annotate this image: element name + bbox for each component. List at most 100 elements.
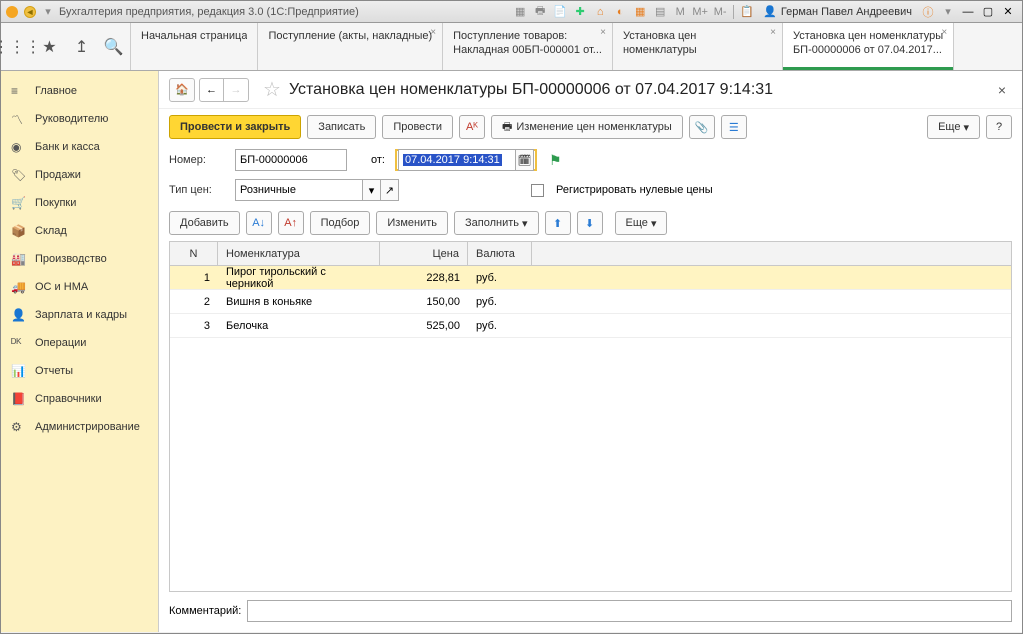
comment-input[interactable]: [247, 600, 1012, 622]
apps-icon[interactable]: ⋮⋮⋮: [6, 36, 28, 58]
tag-icon: 🏷: [11, 168, 27, 182]
col-header-price[interactable]: Цена: [380, 242, 468, 265]
tab-price-doc[interactable]: × Установка цен номенклатуры БП-00000006…: [783, 23, 954, 70]
posted-flag-icon[interactable]: ⚑: [549, 152, 562, 169]
search-icon[interactable]: 🔍: [103, 36, 125, 58]
table-row[interactable]: 2 Вишня в коньяке 150,00 руб.: [170, 290, 1011, 314]
select-open-button[interactable]: ↗: [381, 179, 399, 201]
sidebar-item-production[interactable]: 🏭Производство: [1, 245, 158, 273]
star-icon[interactable]: ★: [38, 36, 60, 58]
sidebar-item-admin[interactable]: ⚙Администрирование: [1, 413, 158, 441]
sidebar-item-purchases[interactable]: 🛒Покупки: [1, 189, 158, 217]
post-button[interactable]: Провести: [382, 115, 453, 139]
info-icon[interactable]: ⓘ: [919, 4, 937, 20]
chevron-down-icon: ▾: [522, 217, 528, 230]
user-list-icon[interactable]: 📋: [738, 4, 756, 20]
select-dropdown-button[interactable]: ▾: [363, 179, 381, 201]
table-more-button[interactable]: Еще ▾: [615, 211, 668, 235]
history-icon[interactable]: ↥: [71, 36, 93, 58]
sidebar-item-assets[interactable]: 🚚ОС и НМА: [1, 273, 158, 301]
info-dropdown-icon[interactable]: ▾: [939, 4, 957, 20]
sidebar-item-label: Покупки: [35, 197, 76, 209]
m-minus-button[interactable]: M-: [711, 4, 729, 20]
favorite-add-icon[interactable]: ✚: [571, 4, 589, 20]
button-label: Заполнить: [465, 217, 519, 229]
table-row[interactable]: 3 Белочка 525,00 руб.: [170, 314, 1011, 338]
tab-close-icon[interactable]: ×: [941, 27, 947, 38]
calc-icon[interactable]: ▦: [631, 4, 649, 20]
number-input[interactable]: БП-00000006: [235, 149, 347, 171]
home-tool-icon[interactable]: ⌂: [591, 4, 609, 20]
tool-icon-1[interactable]: ▦: [511, 4, 529, 20]
dropdown-icon[interactable]: ▾: [41, 5, 55, 19]
sidebar-item-label: Зарплата и кадры: [35, 309, 127, 321]
sidebar-item-label: Справочники: [35, 393, 102, 405]
post-and-close-button[interactable]: Провести и закрыть: [169, 115, 301, 139]
clock-icon[interactable]: ◐: [611, 4, 629, 20]
sidebar-item-operations[interactable]: ᴰᴷОперации: [1, 329, 158, 357]
sidebar-item-label: Отчеты: [35, 365, 73, 377]
home-button[interactable]: 🏠: [169, 78, 195, 102]
sidebar-item-catalogs[interactable]: 📕Справочники: [1, 385, 158, 413]
col-header-currency[interactable]: Валюта: [468, 242, 532, 265]
document-header: 🏠 ← → ☆ Установка цен номенклатуры БП-00…: [159, 71, 1022, 109]
sidebar-item-warehouse[interactable]: 📦Склад: [1, 217, 158, 245]
sidebar-item-manager[interactable]: 〽Руководителю: [1, 105, 158, 133]
chevron-down-icon: ▾: [963, 121, 969, 134]
sidebar-item-reports[interactable]: 📊Отчеты: [1, 357, 158, 385]
more-button[interactable]: Еще ▾: [927, 115, 980, 139]
current-user[interactable]: 👤 Герман Павел Андреевич: [763, 5, 912, 18]
pick-button[interactable]: Подбор: [310, 211, 371, 235]
sidebar-item-label: ОС и НМА: [35, 281, 88, 293]
menu-icon: ≡: [11, 84, 27, 98]
nav-forward-button[interactable]: →: [224, 79, 248, 101]
tab-home[interactable]: Начальная страница: [131, 23, 258, 70]
sidebar-item-main[interactable]: ≡Главное: [1, 77, 158, 105]
command-bar: Провести и закрыть Записать Провести Аᴷ …: [159, 109, 1022, 145]
tab-receipts[interactable]: × Поступление (акты, накладные): [258, 23, 443, 70]
tab-close-icon[interactable]: ×: [430, 27, 436, 38]
add-row-button[interactable]: Добавить: [169, 211, 240, 235]
move-up-button[interactable]: ⬆: [545, 211, 571, 235]
sidebar-item-label: Склад: [35, 225, 67, 237]
document-close-button[interactable]: ×: [992, 82, 1012, 98]
write-button[interactable]: Записать: [307, 115, 376, 139]
edit-button[interactable]: Изменить: [376, 211, 448, 235]
tab-close-icon[interactable]: ×: [770, 27, 776, 38]
nav-back-icon[interactable]: ◄: [23, 5, 37, 19]
tool-icon-3[interactable]: 📄: [551, 4, 569, 20]
fill-button[interactable]: Заполнить ▾: [454, 211, 539, 235]
tab-receipt-doc[interactable]: × Поступление товаров: Накладная 00БП-00…: [443, 23, 613, 70]
calendar-picker-button[interactable]: 🗓: [516, 149, 534, 171]
tab-close-icon[interactable]: ×: [600, 27, 606, 38]
price-type-select[interactable]: Розничные ▾ ↗: [235, 179, 399, 201]
window-close-icon[interactable]: ✕: [999, 4, 1017, 20]
print-icon[interactable]: 🖶: [531, 4, 549, 20]
col-header-n[interactable]: N: [170, 242, 218, 265]
calendar-icon[interactable]: ▤: [651, 4, 669, 20]
sidebar-item-bank[interactable]: ◉Банк и касса: [1, 133, 158, 161]
sort-desc-button[interactable]: A↑: [278, 211, 304, 235]
tab-label: Начальная страница: [141, 29, 247, 43]
favorite-star-icon[interactable]: ☆: [263, 77, 281, 102]
window-minimize-icon[interactable]: —: [959, 4, 977, 20]
nav-back-button[interactable]: ←: [200, 79, 224, 101]
attach-button[interactable]: 📎: [689, 115, 715, 139]
sidebar-item-sales[interactable]: 🏷Продажи: [1, 161, 158, 189]
sidebar-item-label: Руководителю: [35, 113, 108, 125]
move-down-button[interactable]: ⬇: [577, 211, 603, 235]
price-change-report-button[interactable]: 🖶Изменение цен номенклатуры: [491, 115, 683, 139]
sort-asc-button[interactable]: A↓: [246, 211, 272, 235]
help-button[interactable]: ?: [986, 115, 1012, 139]
tab-price-list[interactable]: × Установка цен номенклатуры: [613, 23, 783, 70]
m-plus-button[interactable]: M+: [691, 4, 709, 20]
table-row[interactable]: 1 Пирог тирольский с черникой 228,81 руб…: [170, 266, 1011, 290]
sidebar-item-payroll[interactable]: 👤Зарплата и кадры: [1, 301, 158, 329]
m-button[interactable]: M: [671, 4, 689, 20]
register-zero-checkbox[interactable]: [531, 184, 544, 197]
list-button[interactable]: ☰: [721, 115, 747, 139]
col-header-name[interactable]: Номенклатура: [218, 242, 380, 265]
dt-kt-button[interactable]: Аᴷ: [459, 115, 485, 139]
date-input[interactable]: 07.04.2017 9:14:31: [398, 149, 516, 171]
window-restore-icon[interactable]: ▢: [979, 4, 997, 20]
